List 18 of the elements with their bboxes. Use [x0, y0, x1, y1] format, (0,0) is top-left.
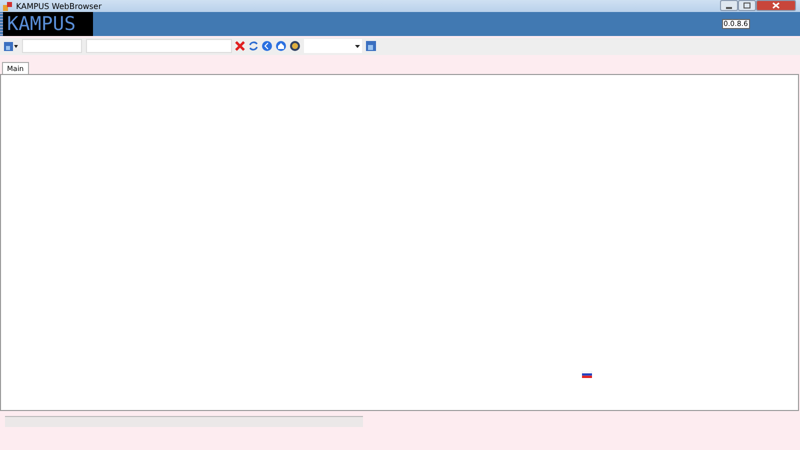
input-field[interactable]	[22, 39, 82, 53]
app-icon	[3, 2, 12, 10]
flag-icon[interactable]	[582, 371, 592, 378]
address-field[interactable]	[86, 39, 232, 53]
minimize-button[interactable]	[720, 0, 738, 11]
close-icon	[772, 2, 780, 9]
stop-icon[interactable]	[235, 41, 245, 51]
window-title: KAMPUS WebBrowser	[16, 2, 102, 10]
close-button[interactable]	[756, 0, 796, 11]
maximize-button[interactable]	[738, 0, 756, 11]
caret-icon	[355, 44, 360, 48]
maximize-icon	[743, 2, 751, 9]
refresh-icon[interactable]	[249, 41, 258, 51]
home-icon[interactable]	[276, 41, 286, 51]
logo: KAMPUS	[3, 12, 93, 36]
back-icon[interactable]	[262, 41, 272, 51]
picture-dropdown-button[interactable]	[4, 42, 20, 50]
picture-icon[interactable]	[366, 41, 376, 51]
